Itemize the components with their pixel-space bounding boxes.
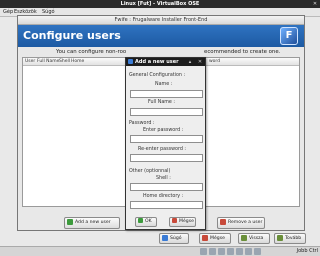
- full-name-field[interactable]: [130, 108, 203, 116]
- add-user-icon: [67, 218, 73, 225]
- name-label: Name :: [155, 82, 173, 87]
- back-label: Vissza: [249, 236, 264, 241]
- cancel-icon: [172, 218, 177, 223]
- full-name-label: Full Name :: [148, 100, 176, 105]
- dialog-title: Add a new user: [135, 59, 179, 65]
- add-user-dialog: Add a new user ▴ ✕ General Configuration…: [125, 57, 206, 230]
- page-title: Configure users: [23, 29, 121, 42]
- column-user[interactable]: User: [25, 58, 35, 65]
- mouse-integration-icon[interactable]: [245, 248, 252, 255]
- column-shell[interactable]: Shell: [59, 58, 70, 65]
- other-section-label: Other (optionnal): [129, 169, 171, 174]
- keyboard-capture-icon[interactable]: [254, 248, 261, 255]
- description-right: ecommended to create one.: [204, 49, 281, 55]
- app-icon: [128, 59, 133, 64]
- hard-disk-icon[interactable]: [200, 248, 207, 255]
- help-button[interactable]: Súgó: [159, 233, 189, 244]
- password-field[interactable]: [130, 135, 203, 143]
- help-icon: [162, 234, 168, 241]
- add-user-label: Add a new user: [75, 220, 111, 225]
- description-left: You can configure non-roo: [56, 49, 127, 55]
- remove-user-icon: [220, 218, 226, 225]
- next-button[interactable]: Tovább: [274, 233, 306, 244]
- shell-field[interactable]: [130, 183, 203, 191]
- ok-icon: [138, 218, 143, 223]
- shade-icon[interactable]: ▴: [187, 59, 193, 65]
- column-password[interactable]: word: [209, 58, 220, 65]
- host-titlebar: Linux [Fut] - VirtualBox OSE: [0, 0, 320, 8]
- shell-label: Shell :: [156, 176, 171, 181]
- close-icon[interactable]: ✕: [312, 1, 318, 7]
- add-user-button[interactable]: Add a new user: [64, 217, 120, 229]
- close-icon[interactable]: ✕: [197, 59, 203, 65]
- cd-drive-icon[interactable]: [209, 248, 216, 255]
- repassword-field[interactable]: [130, 154, 203, 162]
- cancel-button[interactable]: Mégse: [199, 233, 231, 244]
- next-label: Tovább: [285, 236, 302, 241]
- host-title: Linux [Fut] - VirtualBox OSE: [120, 1, 200, 7]
- home-directory-label: Home directory :: [143, 194, 184, 199]
- column-home[interactable]: Home: [71, 58, 84, 65]
- ok-button[interactable]: OK: [135, 217, 157, 227]
- help-label: Súgó: [170, 236, 182, 241]
- menu-machine[interactable]: Gép: [3, 8, 13, 16]
- usb-icon[interactable]: [227, 248, 234, 255]
- remove-user-button[interactable]: Remove a user: [217, 217, 265, 229]
- cancel-label: Mégse: [210, 236, 225, 241]
- home-directory-field[interactable]: [130, 201, 203, 209]
- back-arrow-icon: [241, 234, 247, 241]
- password-section-label: Password :: [129, 121, 155, 126]
- next-arrow-icon: [277, 234, 283, 241]
- repassword-label: Re-enter password :: [138, 147, 187, 152]
- dialog-cancel-label: Mégse: [179, 219, 194, 224]
- cancel-icon: [202, 234, 208, 241]
- back-button[interactable]: Vissza: [238, 233, 270, 244]
- remove-user-label: Remove a user: [228, 220, 263, 225]
- dialog-titlebar: Add a new user ▴ ✕: [126, 58, 205, 66]
- installer-titlebar: Fwife : Frugalware Installer Front-End: [18, 16, 304, 25]
- dialog-cancel-button[interactable]: Mégse: [169, 217, 196, 227]
- shared-folder-icon[interactable]: [236, 248, 243, 255]
- installer-header: Configure users F: [18, 25, 304, 47]
- general-section-label: General Configuration :: [129, 73, 186, 78]
- column-full-name[interactable]: Full Name: [37, 58, 59, 65]
- ok-label: OK: [145, 219, 152, 224]
- name-field[interactable]: [130, 90, 203, 98]
- frugalware-logo-icon: F: [280, 27, 298, 45]
- password-label: Enter password :: [143, 128, 184, 133]
- network-icon[interactable]: [218, 248, 225, 255]
- installer-window-title: Fwife : Frugalware Installer Front-End: [114, 17, 208, 23]
